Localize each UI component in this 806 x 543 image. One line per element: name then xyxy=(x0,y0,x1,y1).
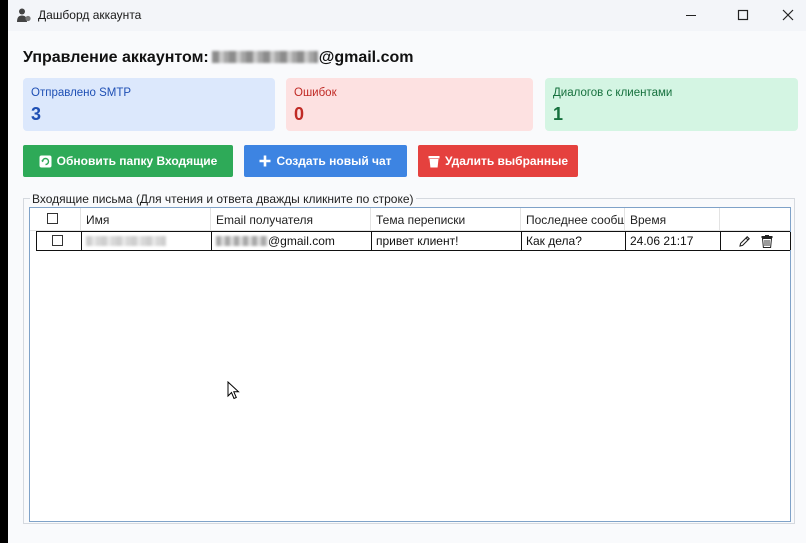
delete-selected-label: Удалить выбранные xyxy=(444,154,569,168)
plus-icon xyxy=(259,155,271,167)
row-email-domain: @gmail.com xyxy=(268,234,335,248)
column-header-name[interactable]: Имя xyxy=(81,208,211,230)
trash-icon xyxy=(428,155,440,167)
column-header-email[interactable]: Email получателя xyxy=(211,208,371,230)
refresh-inbox-button[interactable]: Обновить папку Входящие xyxy=(23,145,233,177)
dashboard-content: Управление аккаунтом: @gmail.com Отправле… xyxy=(8,31,806,543)
column-header-time[interactable]: Время xyxy=(625,208,720,230)
title-bar: Дашборд аккаунта xyxy=(8,0,806,31)
refresh-icon xyxy=(39,155,52,167)
redacted-name xyxy=(86,236,166,246)
refresh-inbox-label: Обновить папку Входящие xyxy=(56,154,218,168)
maximize-button[interactable] xyxy=(720,0,766,31)
stat-card-dialogs: Диалогов с клиентами 1 xyxy=(545,78,798,131)
minimize-button[interactable] xyxy=(668,0,714,31)
row-name xyxy=(82,232,212,250)
row-time: 24.06 21:17 xyxy=(626,232,721,250)
select-all-header[interactable] xyxy=(30,208,81,230)
select-all-checkbox[interactable] xyxy=(47,213,58,224)
redacted-email-user xyxy=(216,236,268,246)
new-chat-button[interactable]: Создать новый чат xyxy=(244,145,407,177)
stat-card-errors: Ошибок 0 xyxy=(286,78,533,131)
row-email: @gmail.com xyxy=(212,232,372,250)
mouse-cursor-icon xyxy=(227,381,240,400)
page-title: Управление аккаунтом: @gmail.com xyxy=(23,49,413,67)
column-header-subject[interactable]: Тема переписки xyxy=(371,208,521,230)
maximize-icon xyxy=(737,9,749,21)
inbox-table[interactable]: Имя Email получателя Тема переписки Посл… xyxy=(29,207,791,522)
row-actions xyxy=(721,232,791,250)
column-header-last-message[interactable]: Последнее сообщ xyxy=(521,208,625,230)
column-header-actions xyxy=(720,208,790,230)
delete-selected-button[interactable]: Удалить выбранные xyxy=(418,145,578,177)
inbox-group-legend: Входящие письма (Для чтения и ответа два… xyxy=(30,192,416,206)
stat-label: Отправлено SMTP xyxy=(31,87,132,99)
minimize-icon xyxy=(686,15,696,16)
window-title: Дашборд аккаунта xyxy=(38,8,142,22)
new-chat-label: Создать новый чат xyxy=(276,154,392,168)
page-title-email-domain: @gmail.com xyxy=(318,49,414,66)
close-button[interactable] xyxy=(765,0,806,31)
close-icon xyxy=(782,9,794,21)
stat-label: Диалогов с клиентами xyxy=(553,87,673,99)
stat-card-smtp-sent: Отправлено SMTP 3 xyxy=(23,78,275,131)
row-checkbox[interactable] xyxy=(52,235,63,246)
row-subject: привет клиент! xyxy=(372,232,522,250)
redacted-email xyxy=(211,51,318,63)
stat-value: 3 xyxy=(31,104,42,124)
row-last-message: Как дела? xyxy=(522,232,626,250)
table-row[interactable]: @gmail.com привет клиент! Как дела? 24.0… xyxy=(36,231,791,251)
stat-value: 0 xyxy=(294,104,305,124)
delete-trash-icon[interactable] xyxy=(761,235,773,248)
row-select-cell[interactable] xyxy=(37,232,82,250)
page-title-prefix: Управление аккаунтом: xyxy=(23,49,209,66)
stat-label: Ошибок xyxy=(294,87,337,99)
app-window: Дашборд аккаунта Управление аккаунтом: @g… xyxy=(8,0,806,543)
user-icon xyxy=(16,7,32,23)
edit-pencil-icon[interactable] xyxy=(738,235,751,248)
stat-value: 1 xyxy=(553,104,564,124)
table-header: Имя Email получателя Тема переписки Посл… xyxy=(30,208,790,231)
